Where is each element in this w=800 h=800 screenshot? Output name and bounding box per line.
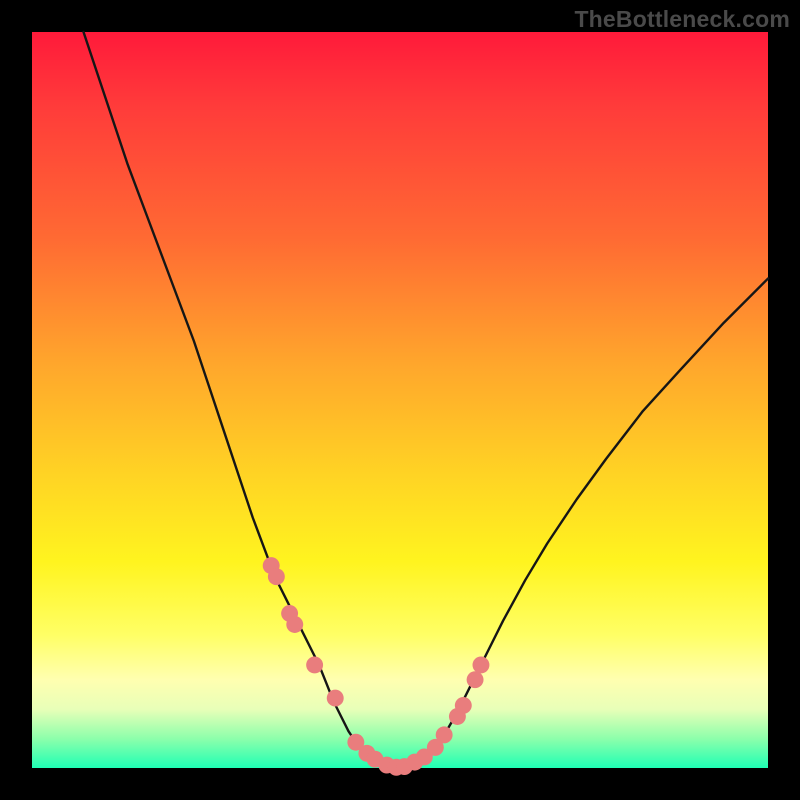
sample-marker [327, 690, 344, 707]
sample-marker [286, 616, 303, 633]
chart-frame: TheBottleneck.com [0, 0, 800, 800]
plot-area [32, 32, 768, 768]
watermark-brand: TheBottleneck.com [574, 6, 790, 33]
sample-marker [467, 671, 484, 688]
chart-svg [32, 32, 768, 768]
sample-marker [306, 657, 323, 674]
bottleneck-curve [84, 32, 768, 768]
sample-marker [436, 726, 453, 743]
sample-marker [268, 568, 285, 585]
sample-marker [455, 697, 472, 714]
sample-marker [473, 657, 490, 674]
sample-markers [263, 557, 490, 776]
